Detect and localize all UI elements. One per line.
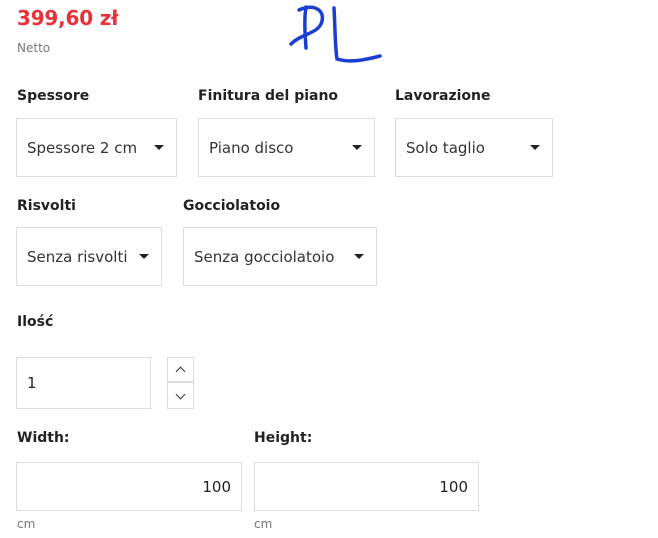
returns-label: Risvolti [17, 198, 76, 214]
thickness-select-value: Spessore 2 cm [27, 138, 138, 157]
quantity-increment-button[interactable] [167, 357, 194, 382]
processing-select-value: Solo taglio [406, 138, 485, 157]
returns-select[interactable]: Senza risvolti [16, 227, 162, 286]
width-input[interactable] [16, 462, 242, 511]
drip-select-value: Senza gocciolatoio [194, 247, 335, 266]
width-unit: cm [17, 517, 36, 531]
height-input[interactable] [254, 462, 479, 511]
drip-label: Gocciolatoio [183, 198, 281, 214]
returns-select-value: Senza risvolti [27, 247, 128, 266]
width-label: Width: [17, 430, 70, 446]
caret-down-icon [354, 254, 364, 259]
quantity-label-text: Ilość [17, 314, 54, 330]
thickness-select[interactable]: Spessore 2 cm [16, 118, 177, 177]
finish-label: Finitura del piano [198, 88, 339, 104]
chevron-up-icon [175, 366, 186, 376]
caret-down-icon [139, 254, 149, 259]
quantity-label: Ilość [17, 314, 53, 330]
thickness-label: Spessore [17, 88, 90, 104]
price-note: Netto [17, 41, 51, 55]
quantity-input[interactable] [16, 357, 151, 409]
height-unit: cm [254, 517, 273, 531]
caret-down-icon [530, 145, 540, 150]
processing-select[interactable]: Solo taglio [395, 118, 553, 177]
chevron-down-icon [175, 389, 186, 399]
quantity-decrement-button[interactable] [167, 382, 194, 409]
handwritten-annotation [289, 5, 382, 63]
processing-label: Lavorazione [395, 88, 491, 104]
caret-down-icon [154, 145, 164, 150]
price: 399,60 zł [17, 6, 119, 30]
drip-select[interactable]: Senza gocciolatoio [183, 227, 377, 286]
finish-select[interactable]: Piano disco [198, 118, 375, 177]
height-label: Height: [254, 430, 313, 446]
finish-select-value: Piano disco [209, 138, 294, 157]
caret-down-icon [352, 145, 362, 150]
